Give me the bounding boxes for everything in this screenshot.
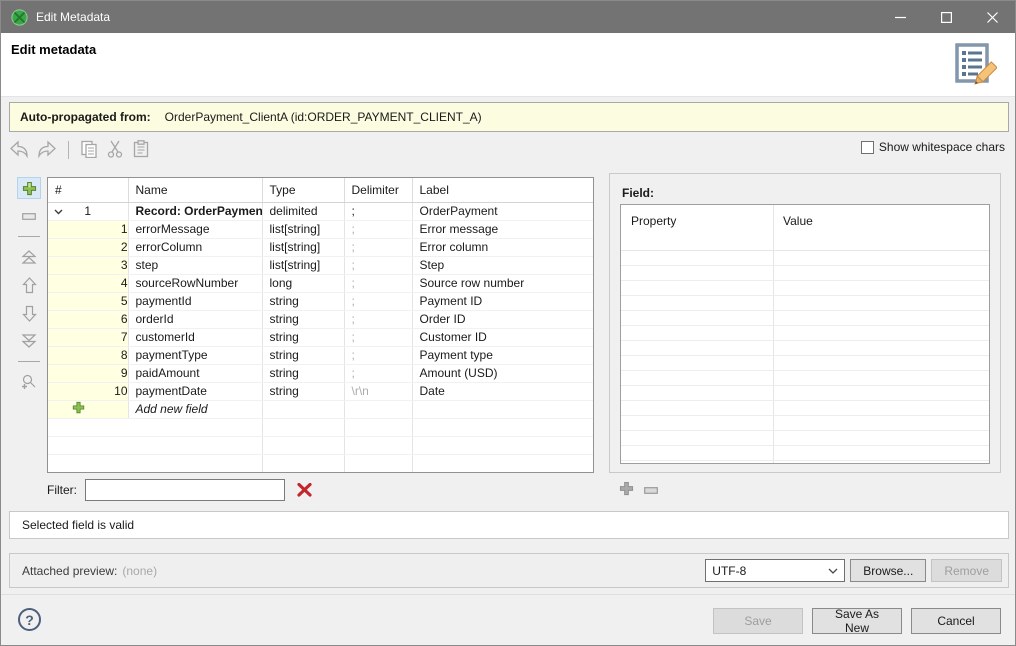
show-whitespace-option[interactable]: Show whitespace chars bbox=[861, 140, 1005, 154]
encoding-select[interactable]: UTF-8 bbox=[705, 559, 845, 582]
title-bar: Edit Metadata bbox=[1, 1, 1015, 33]
add-field-button[interactable] bbox=[17, 177, 41, 199]
banner-label: Auto-propagated from: bbox=[20, 110, 151, 124]
encoding-value: UTF-8 bbox=[712, 564, 746, 578]
record-delimiter-cell[interactable]: ; bbox=[344, 202, 412, 220]
empty-row bbox=[48, 454, 593, 472]
remove-field-button[interactable] bbox=[17, 205, 41, 227]
column-header-label[interactable]: Label bbox=[412, 178, 593, 202]
banner-value: OrderPayment_ClientA (id:ORDER_PAYMENT_C… bbox=[165, 110, 482, 124]
property-table-header: Property Value bbox=[621, 205, 989, 251]
chevron-down-icon bbox=[828, 568, 838, 574]
fields-grid: # Name Type Delimiter Label 1 Record: Or… bbox=[47, 177, 594, 473]
add-field-label[interactable]: Add new field bbox=[128, 400, 262, 418]
record-label-cell[interactable]: OrderPayment bbox=[412, 202, 593, 220]
field-row[interactable]: 10paymentDatestring\r\nDate bbox=[48, 382, 593, 400]
field-row[interactable]: 2errorColumnlist[string];Error column bbox=[48, 238, 593, 256]
auto-propagated-banner: Auto-propagated from: OrderPayment_Clien… bbox=[9, 102, 1009, 132]
page-title: Edit metadata bbox=[11, 42, 96, 57]
filter-label: Filter: bbox=[47, 483, 77, 497]
plus-icon[interactable] bbox=[72, 403, 85, 417]
column-header-num[interactable]: # bbox=[48, 178, 128, 202]
help-icon[interactable]: ? bbox=[18, 608, 41, 631]
field-row[interactable]: 7customerIdstring;Customer ID bbox=[48, 328, 593, 346]
toolbar-separator bbox=[68, 141, 69, 159]
field-row[interactable]: 6orderIdstring;Order ID bbox=[48, 310, 593, 328]
preview-label: Attached preview: bbox=[22, 564, 117, 578]
column-header-name[interactable]: Name bbox=[128, 178, 262, 202]
save-as-new-button[interactable]: Save As New bbox=[812, 608, 902, 634]
field-row[interactable]: 8paymentTypestring;Payment type bbox=[48, 346, 593, 364]
record-type-cell[interactable]: delimited bbox=[262, 202, 344, 220]
grid-header-row: # Name Type Delimiter Label bbox=[48, 178, 593, 202]
empty-row bbox=[48, 418, 593, 436]
cut-icon[interactable] bbox=[106, 140, 124, 161]
remove-button: Remove bbox=[931, 559, 1002, 582]
field-row[interactable]: 4sourceRowNumberlong;Source row number bbox=[48, 274, 593, 292]
edit-metadata-dialog: Edit Metadata Edit metadata bbox=[0, 0, 1016, 646]
remove-property-icon[interactable] bbox=[644, 483, 658, 497]
filter-row: Filter: bbox=[47, 479, 312, 501]
add-property-icon[interactable] bbox=[619, 481, 634, 499]
column-header-value[interactable]: Value bbox=[783, 214, 813, 228]
clover-logo-icon bbox=[11, 9, 28, 26]
minimize-button[interactable] bbox=[877, 1, 923, 33]
clear-filter-icon[interactable] bbox=[297, 483, 312, 497]
close-button[interactable] bbox=[969, 1, 1015, 33]
add-field-cell[interactable] bbox=[48, 400, 128, 418]
record-num-cell[interactable]: 1 bbox=[48, 202, 128, 220]
field-row[interactable]: 1errorMessagelist[string];Error message bbox=[48, 220, 593, 238]
move-top-button[interactable] bbox=[17, 246, 41, 268]
paste-icon[interactable] bbox=[132, 140, 150, 161]
property-table: Property Value bbox=[620, 204, 990, 464]
show-whitespace-label: Show whitespace chars bbox=[879, 140, 1005, 154]
record-row[interactable]: 1 Record: OrderPayment delimited ; Order… bbox=[48, 202, 593, 220]
status-text: Selected field is valid bbox=[22, 518, 134, 532]
copy-icon[interactable] bbox=[80, 140, 98, 161]
column-header-type[interactable]: Type bbox=[262, 178, 344, 202]
undo-icon[interactable] bbox=[9, 140, 29, 161]
field-row[interactable]: 5paymentIdstring;Payment ID bbox=[48, 292, 593, 310]
preview-value: (none) bbox=[122, 564, 157, 578]
browse-button[interactable]: Browse... bbox=[850, 559, 926, 582]
show-whitespace-checkbox[interactable] bbox=[861, 141, 874, 154]
window-title: Edit Metadata bbox=[36, 10, 110, 24]
metadata-edit-icon bbox=[951, 41, 997, 90]
field-properties-panel: Field: Property Value bbox=[609, 173, 1001, 473]
field-panel-title: Field: bbox=[622, 186, 654, 200]
filter-input[interactable] bbox=[85, 479, 285, 501]
find-button[interactable] bbox=[17, 371, 41, 393]
edit-toolbar bbox=[9, 138, 649, 162]
field-row[interactable]: 3steplist[string];Step bbox=[48, 256, 593, 274]
validation-status-bar: Selected field is valid bbox=[9, 511, 1009, 539]
add-new-field-row[interactable]: Add new field bbox=[48, 400, 593, 418]
record-name-cell[interactable]: Record: OrderPayment bbox=[128, 202, 262, 220]
column-header-property[interactable]: Property bbox=[631, 214, 676, 228]
move-up-button[interactable] bbox=[17, 274, 41, 296]
toolbar-separator bbox=[18, 361, 40, 362]
field-row[interactable]: 9paidAmountstring;Amount (USD) bbox=[48, 364, 593, 382]
collapse-chevron-icon[interactable] bbox=[54, 204, 63, 218]
property-rows-area[interactable] bbox=[621, 251, 989, 463]
cancel-button[interactable]: Cancel bbox=[911, 608, 1001, 634]
dialog-header: Edit metadata bbox=[1, 33, 1015, 97]
field-actions-toolbar bbox=[13, 177, 45, 393]
property-actions bbox=[619, 481, 658, 499]
move-down-button[interactable] bbox=[17, 302, 41, 324]
attached-preview-bar: Attached preview: (none) UTF-8 Browse...… bbox=[9, 553, 1009, 588]
column-header-delimiter[interactable]: Delimiter bbox=[344, 178, 412, 202]
toolbar-separator bbox=[18, 236, 40, 237]
empty-row bbox=[48, 436, 593, 454]
save-button: Save bbox=[713, 608, 803, 634]
redo-icon[interactable] bbox=[37, 140, 57, 161]
dialog-footer: ? Save Save As New Cancel bbox=[1, 594, 1015, 646]
maximize-button[interactable] bbox=[923, 1, 969, 33]
move-bottom-button[interactable] bbox=[17, 330, 41, 352]
